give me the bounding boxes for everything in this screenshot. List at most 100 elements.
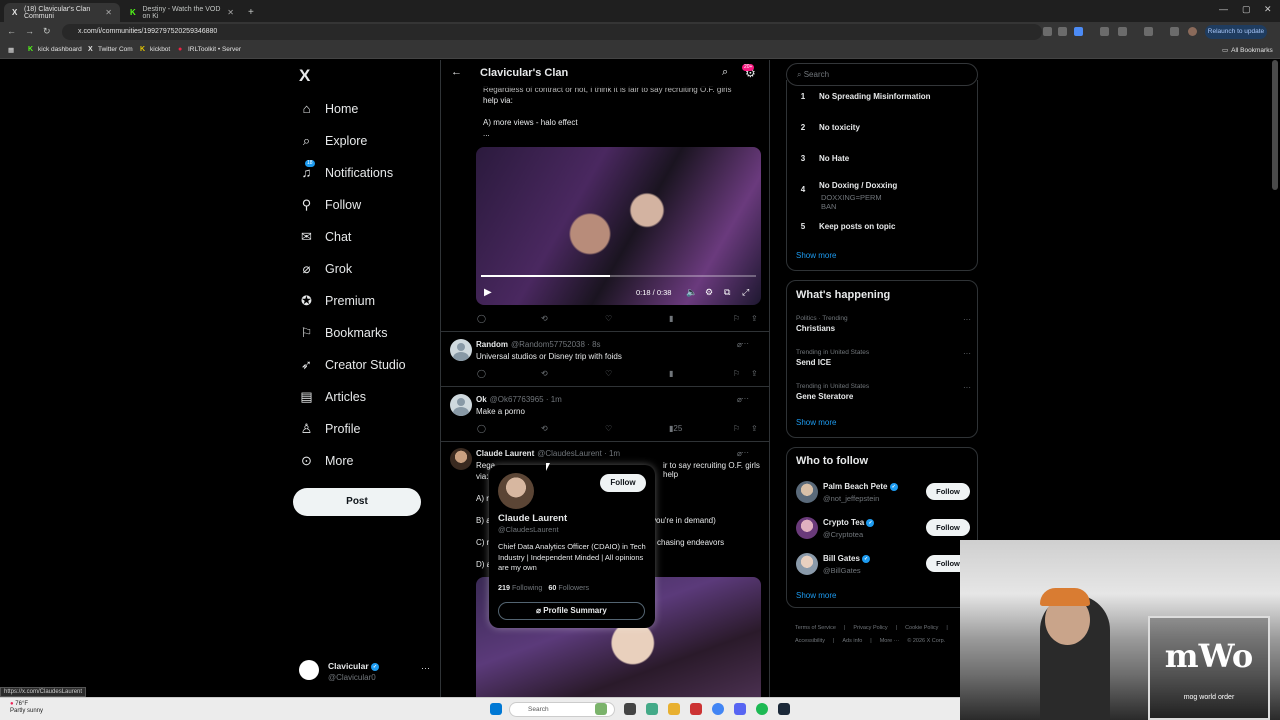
nav-more[interactable]: ⊙ More bbox=[299, 453, 353, 468]
pip-icon[interactable]: ⧉ bbox=[724, 287, 730, 298]
task-view-icon[interactable] bbox=[624, 703, 636, 715]
tab-destiny[interactable]: K Destiny - Watch the VOD on Ki ✕ bbox=[122, 3, 242, 22]
obs-icon[interactable] bbox=[690, 703, 702, 715]
weather-widget[interactable]: ● 76°F Partly sunny bbox=[10, 701, 43, 715]
avatar[interactable] bbox=[796, 481, 818, 503]
x-logo-icon[interactable]: X bbox=[299, 66, 310, 86]
followers-count[interactable]: 60 bbox=[548, 583, 556, 592]
more-icon[interactable]: ··· bbox=[741, 448, 749, 457]
reload-icon[interactable]: ↻ bbox=[43, 26, 51, 37]
reply-icon[interactable]: ◯ bbox=[477, 314, 486, 323]
relaunch-button[interactable]: Relaunch to update bbox=[1205, 25, 1267, 39]
profile-name[interactable]: Claude Laurent bbox=[498, 513, 567, 524]
extension-icon[interactable] bbox=[1100, 27, 1109, 36]
following-count[interactable]: 219 bbox=[498, 583, 510, 592]
apps-icon[interactable]: ▦ bbox=[8, 46, 14, 54]
footer-link[interactable]: More ··· bbox=[880, 638, 900, 644]
nav-articles[interactable]: ▤ Articles bbox=[299, 389, 366, 404]
volume-icon[interactable]: 🔈 bbox=[686, 287, 697, 298]
file-explorer-icon[interactable] bbox=[668, 703, 680, 715]
nav-follow[interactable]: ⚲ Follow bbox=[299, 197, 361, 212]
close-tab-icon[interactable]: ✕ bbox=[227, 8, 234, 17]
bookmark-kick-dashboard[interactable]: Kkick dashboard bbox=[28, 46, 82, 53]
close-window-icon[interactable]: ✕ bbox=[1264, 4, 1272, 15]
steam-icon[interactable] bbox=[778, 703, 790, 715]
chrome-icon[interactable] bbox=[712, 703, 724, 715]
more-icon[interactable]: ··· bbox=[741, 394, 749, 403]
followers-label[interactable]: Followers bbox=[558, 583, 589, 592]
search-icon[interactable]: ⌕ bbox=[722, 66, 728, 79]
follow-button[interactable]: Follow bbox=[926, 519, 970, 536]
bookmark-icon[interactable]: ⚐ bbox=[733, 369, 740, 378]
avatar[interactable] bbox=[450, 339, 472, 361]
video-player[interactable]: ▶ 0:18 / 0:38 🔈 ⚙ ⧉ ⤢ bbox=[476, 147, 761, 305]
scrollbar[interactable] bbox=[1272, 60, 1278, 190]
maximize-icon[interactable]: ▢ bbox=[1242, 4, 1251, 15]
footer-link[interactable]: Privacy Policy bbox=[853, 625, 887, 631]
retweet-icon[interactable]: ⟲ bbox=[541, 369, 548, 378]
bookmark-irltoolkit[interactable]: ● IRLToolkit • Server bbox=[178, 46, 241, 53]
footer-link[interactable]: Accessibility bbox=[795, 638, 825, 644]
footer-link[interactable]: Cookie Policy bbox=[905, 625, 938, 631]
avatar[interactable] bbox=[450, 448, 472, 470]
show-more-link[interactable]: Show more bbox=[796, 418, 836, 427]
account-switcher[interactable]: Clavicular ✓ @Clavicular0 ··· bbox=[299, 659, 430, 687]
trend-item[interactable]: Trending in United States Gene Steratore… bbox=[796, 383, 971, 401]
extension-icon[interactable] bbox=[1144, 27, 1153, 36]
bookmark-icon[interactable]: ⚐ bbox=[733, 314, 740, 323]
settings-icon[interactable]: ⚙ bbox=[705, 287, 713, 298]
zoom-icon[interactable] bbox=[1043, 27, 1052, 36]
show-more-link[interactable]: Show more bbox=[796, 251, 836, 260]
nav-explore[interactable]: ⌕ Explore bbox=[299, 133, 368, 148]
avatar[interactable] bbox=[796, 553, 818, 575]
fullscreen-icon[interactable]: ⤢ bbox=[742, 287, 749, 298]
views-icon[interactable]: ▮ bbox=[669, 314, 673, 323]
new-tab-button[interactable]: + bbox=[244, 3, 258, 22]
all-bookmarks[interactable]: ▭ All Bookmarks bbox=[1222, 46, 1273, 55]
back-icon[interactable]: ← bbox=[7, 26, 16, 36]
play-icon[interactable]: ▶ bbox=[484, 287, 492, 298]
forward-icon[interactable]: → bbox=[25, 26, 34, 36]
nav-home[interactable]: ⌂ Home bbox=[299, 101, 359, 116]
post-button[interactable]: Post bbox=[293, 488, 421, 516]
back-arrow-icon[interactable]: ← bbox=[451, 66, 462, 78]
nav-premium[interactable]: ✪ Premium bbox=[299, 293, 375, 308]
nav-profile[interactable]: ♙ Profile bbox=[299, 421, 361, 436]
like-icon[interactable]: ♡ bbox=[605, 424, 612, 433]
like-icon[interactable]: ♡ bbox=[605, 369, 612, 378]
bookmark-icon[interactable]: ⚐ bbox=[733, 424, 740, 433]
suggested-name[interactable]: Crypto Tea ✓ bbox=[823, 518, 875, 527]
trend-item[interactable]: Trending in United States Send ICE ··· bbox=[796, 349, 971, 367]
retweet-icon[interactable]: ⟲ bbox=[541, 424, 548, 433]
spotify-icon[interactable] bbox=[756, 703, 768, 715]
show-more-link[interactable]: Show more bbox=[796, 591, 836, 600]
more-icon[interactable]: ··· bbox=[741, 339, 749, 348]
tab-clavicular-clan[interactable]: X (18) Clavicular's Clan Communi ✕ bbox=[4, 3, 120, 22]
account-more-icon[interactable]: ··· bbox=[421, 663, 430, 673]
nav-chat[interactable]: ✉ Chat bbox=[299, 229, 351, 244]
following-label[interactable]: Following bbox=[512, 583, 542, 592]
reply-icon[interactable]: ◯ bbox=[477, 369, 486, 378]
suggested-account[interactable]: Crypto Tea ✓ @Cryptotea Follow bbox=[796, 517, 976, 543]
extension-icon[interactable] bbox=[1118, 27, 1127, 36]
profile-summary-button[interactable]: ⌀ Profile Summary bbox=[498, 602, 645, 620]
footer-link[interactable]: Ads info bbox=[842, 638, 862, 644]
bookmark-twitter-com[interactable]: X Twitter Com bbox=[88, 46, 133, 53]
share-icon[interactable]: ⇪ bbox=[751, 314, 758, 323]
cast-icon[interactable] bbox=[1058, 27, 1067, 36]
suggested-name[interactable]: Palm Beach Pete ✓ bbox=[823, 482, 898, 491]
follow-button[interactable]: Follow bbox=[600, 474, 646, 492]
minimize-icon[interactable]: — bbox=[1219, 4, 1228, 14]
video-progress-bar[interactable] bbox=[481, 275, 756, 277]
follow-button[interactable]: Follow bbox=[926, 483, 970, 500]
nav-grok[interactable]: ⌀ Grok bbox=[299, 261, 353, 276]
avatar[interactable] bbox=[796, 517, 818, 539]
views-count[interactable]: ▮ 25 bbox=[669, 424, 682, 433]
profile-handle[interactable]: @ClaudesLaurent bbox=[498, 525, 559, 534]
windows-start-icon[interactable] bbox=[490, 703, 502, 715]
extension-icon[interactable] bbox=[1170, 27, 1179, 36]
close-tab-icon[interactable]: ✕ bbox=[105, 8, 112, 17]
more-icon[interactable]: ··· bbox=[963, 383, 971, 392]
reply-icon[interactable]: ◯ bbox=[477, 424, 486, 433]
post-author[interactable]: Ok @Ok67763965 · 1m bbox=[476, 395, 562, 404]
